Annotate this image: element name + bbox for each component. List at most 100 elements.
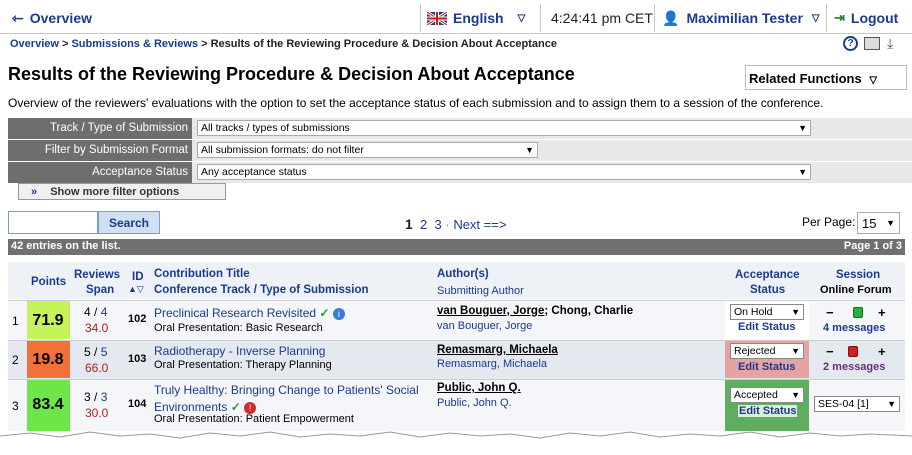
forum-plus-button[interactable]: + [878,344,886,359]
col-reviews[interactable]: Reviews [74,269,120,281]
logout-button[interactable]: ⇥ Logout [834,4,898,32]
span-value: 30.0 [85,406,109,420]
show-more-filters-button[interactable]: » Show more filter options [18,183,226,200]
col-status[interactable]: Status [750,284,785,296]
submitting-author-link[interactable]: Remasmarg, Michaela [437,358,547,370]
filter-format-row: Filter by Submission Format All submissi… [8,140,912,161]
col-id[interactable]: ID [132,271,144,283]
info-icon[interactable]: i [332,308,345,320]
sort-icon[interactable]: ▲▽ [128,284,144,295]
format-select[interactable]: All submission formats: do not filter ▼ [197,142,538,158]
list-count-bar: 42 entries on the list. Page 1 of 3 [8,239,905,255]
next-page-link[interactable]: Next ==> [453,217,506,232]
per-page-label: Per Page: [802,215,856,229]
reviews-count[interactable]: 3 / 3 [84,390,107,404]
submission-id: 103 [128,353,147,365]
top-bar: ⇽ Overview English ▽ 4:24:41 pm CET 👤 Ma… [0,0,912,34]
dropdown-arrow-icon: ▼ [798,167,807,177]
col-title[interactable]: Contribution Title [154,268,250,280]
filter-status-label: Acceptance Status [8,162,192,183]
dropdown-arrow-icon: ▼ [886,218,895,228]
track-type: Oral Presentation: Therapy Planning [154,359,332,371]
contribution-title-link[interactable]: Preclinical Research Revisited ✓ i [154,306,345,320]
double-chevron-down-icon: » [31,186,38,198]
col-acceptance[interactable]: Acceptance [735,269,800,281]
forum-closed-icon[interactable] [848,346,858,357]
page-description: Overview of the reviewers' evaluations w… [8,96,824,110]
dropdown-arrow-icon: ▼ [887,399,896,409]
page-current: 1 [405,216,413,232]
back-arrow-icon: ⇽ [12,9,24,26]
acceptance-status-select[interactable]: Accepted ▼ [730,387,804,403]
col-authors[interactable]: Author(s) [437,268,489,280]
filter-track-label: Track / Type of Submission [8,118,192,139]
session-select[interactable]: SES-04 [1] ▼ [814,396,900,412]
search-button[interactable]: Search [98,211,160,234]
language-select[interactable]: English ▽ [427,4,525,32]
dropdown-arrow-icon: ▼ [791,390,800,400]
clock: 4:24:41 pm CET [551,10,653,26]
col-points[interactable]: Points [31,276,66,288]
print-icon[interactable] [864,37,880,50]
contribution-title-link[interactable]: Radiotherapy - Inverse Planning [154,344,325,358]
submitting-author-link[interactable]: van Bouguer, Jorge [437,320,532,332]
track-select[interactable]: All tracks / types of submissions ▼ [197,120,811,136]
search-input[interactable] [8,211,98,234]
row-number: 2 [12,353,19,367]
pagination: 1 2 3 · Next ==> [405,216,507,232]
authors: van Bouguer, Jorge; Chong, Charlie [437,305,634,317]
dropdown-arrow-icon: ▼ [525,145,534,155]
col-session[interactable]: Session [836,269,880,281]
page-title: Results of the Reviewing Procedure & Dec… [8,64,575,84]
authors: Remasmarg, Michaela [437,344,558,356]
col-span[interactable]: Span [86,284,114,296]
per-page-select[interactable]: 15 ▼ [857,212,900,234]
row-number: 1 [12,314,19,328]
breadcrumb-submissions[interactable]: Submissions & Reviews [71,38,198,50]
span-value: 34.0 [85,321,109,335]
filter-format-label: Filter by Submission Format [8,140,192,161]
forum-messages-link[interactable]: 4 messages [823,322,885,334]
download-icon[interactable]: ⤓ [887,35,893,52]
col-submitting[interactable]: Submitting Author [437,285,524,297]
forum-messages-link[interactable]: 2 messages [823,361,885,373]
forum-minus-button[interactable]: − [826,344,834,359]
torn-edge [0,431,912,455]
related-functions-dropdown[interactable]: Related Functions ▽ [745,65,907,90]
filter-track-row: Track / Type of Submission All tracks / … [8,118,912,139]
acceptance-status-select[interactable]: On Hold ▼ [730,304,804,320]
dropdown-arrow-icon: ▼ [791,346,800,356]
reviews-count[interactable]: 5 / 5 [84,345,107,359]
forum-minus-button[interactable]: − [826,305,834,320]
submission-id: 102 [128,313,147,325]
page-link-2[interactable]: 2 [420,217,427,232]
submitting-author-link[interactable]: Public, John Q. [437,397,512,409]
breadcrumb: Overview > Submissions & Reviews > Resul… [10,38,557,50]
status-select[interactable]: Any acceptance status ▼ [197,164,811,180]
submission-id: 104 [128,398,147,410]
acceptance-status-select[interactable]: Rejected ▼ [730,343,804,359]
user-menu[interactable]: 👤 Maximilian Tester ▽ [662,4,820,32]
filter-status-row: Acceptance Status Any acceptance status … [8,162,912,183]
edit-status-link[interactable]: Edit Status [738,405,798,417]
breadcrumb-overview[interactable]: Overview [10,38,59,50]
forum-plus-button[interactable]: + [878,305,886,320]
span-value: 66.0 [85,361,109,375]
logout-icon: ⇥ [834,10,845,25]
help-icon[interactable]: ? [843,36,858,51]
col-track[interactable]: Conference Track / Type of Submission [154,284,369,296]
chevron-down-icon: ▽ [811,12,820,24]
page-link-3[interactable]: 3 [435,217,442,232]
overview-link[interactable]: ⇽ Overview [12,4,92,32]
contribution-title-link[interactable]: Truly Healthy: Bringing Change to Patien… [154,382,424,416]
forum-open-icon[interactable] [853,307,863,318]
reviews-count[interactable]: 4 / 4 [84,305,107,319]
edit-status-link[interactable]: Edit Status [738,321,795,333]
points-value: 71.9 [32,312,64,329]
col-forum[interactable]: Online Forum [820,284,892,296]
page-of: Page 1 of 3 [843,240,902,252]
entries-count: 42 entries on the list. [11,240,121,252]
edit-status-link[interactable]: Edit Status [738,361,795,373]
authors: Public, John Q. [437,382,521,394]
breadcrumb-current: Results of the Reviewing Procedure & Dec… [210,38,557,50]
